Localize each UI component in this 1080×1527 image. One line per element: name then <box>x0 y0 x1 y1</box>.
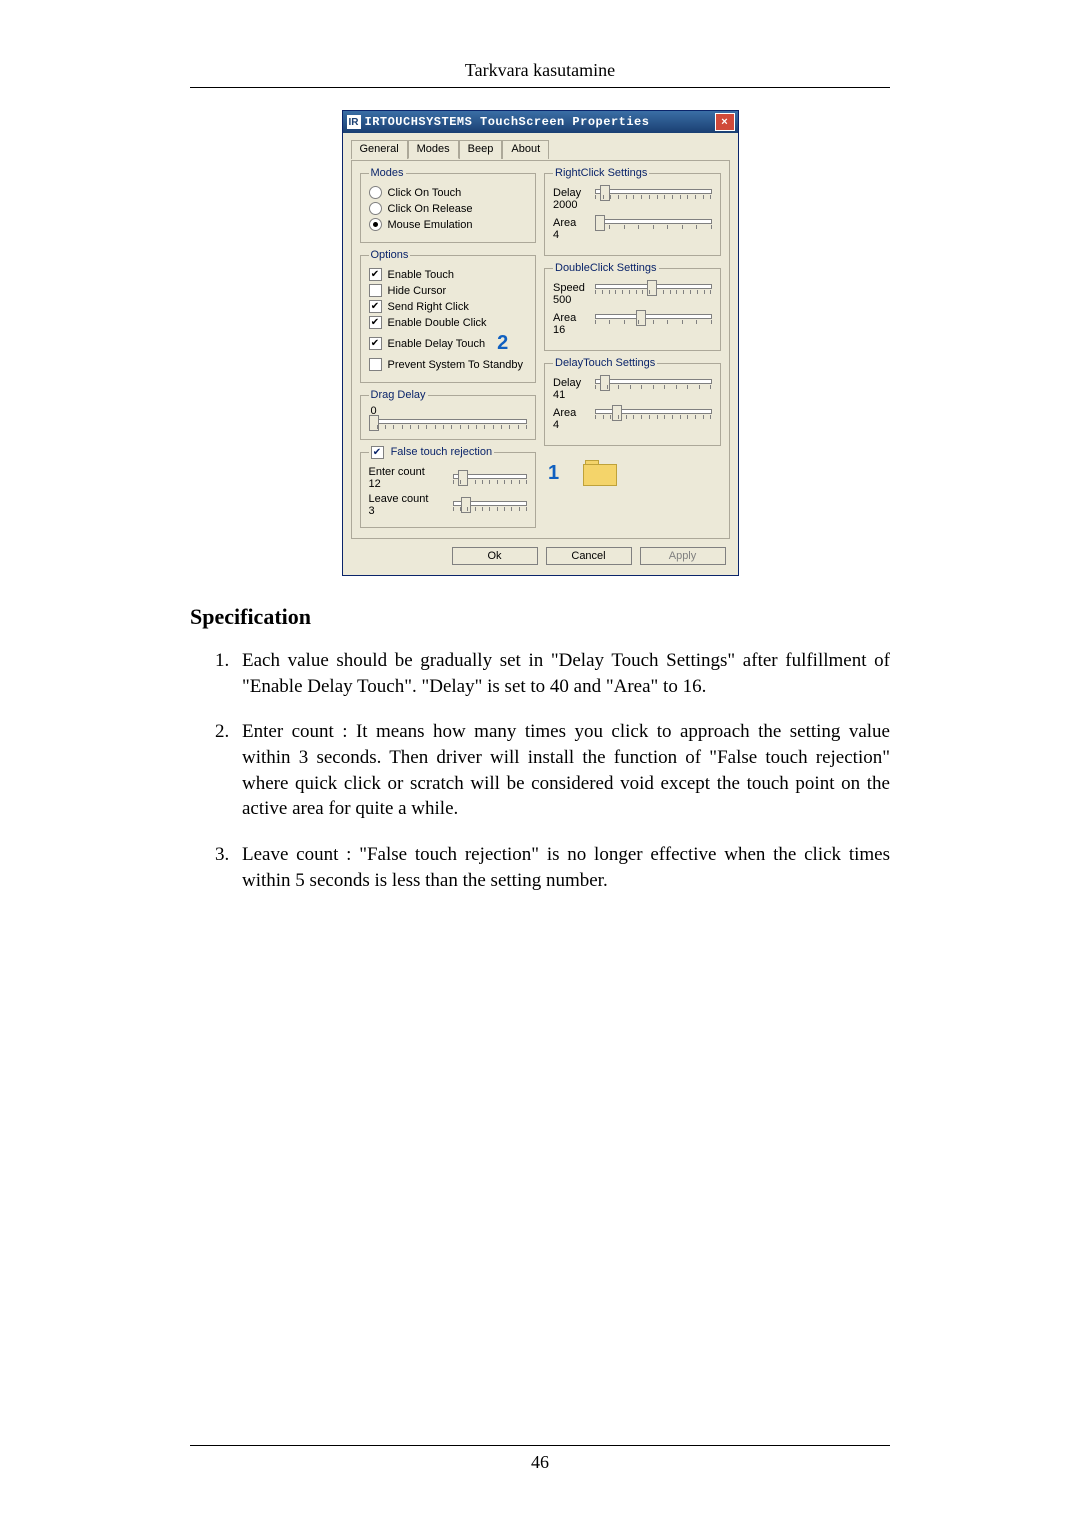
radio-icon <box>369 186 382 199</box>
doubleclick-legend: DoubleClick Settings <box>553 262 659 274</box>
false-touch-legend: False touch rejection <box>391 446 493 458</box>
checkbox-icon <box>369 358 382 371</box>
radio-mouse-emulation[interactable]: Mouse Emulation <box>369 218 528 231</box>
dc-area-value: 16 <box>553 324 565 336</box>
dt-area-label: Area <box>553 407 576 419</box>
spec-item-2: Enter count : It means how many times yo… <box>234 719 890 822</box>
radio-icon <box>369 218 382 231</box>
app-icon: IR <box>347 115 361 129</box>
check-enable-touch[interactable]: ✔ Enable Touch <box>369 268 528 281</box>
properties-dialog: IR IRTOUCHSYSTEMS TouchScreen Properties… <box>342 110 739 576</box>
leave-count-value: 3 <box>369 505 375 517</box>
spec-item-3: Leave count : "False touch rejection" is… <box>234 842 890 893</box>
check-label: Send Right Click <box>388 301 469 313</box>
checkbox-icon: ✔ <box>369 300 382 313</box>
page-footer: 46 <box>190 1445 890 1473</box>
dt-delay-slider[interactable] <box>595 377 712 391</box>
dialog-screenshot: IR IRTOUCHSYSTEMS TouchScreen Properties… <box>190 110 890 576</box>
apply-button[interactable]: Apply <box>640 547 726 565</box>
rightclick-group: RightClick Settings Delay 2000 <box>544 167 721 256</box>
window-title: IRTOUCHSYSTEMS TouchScreen Properties <box>365 115 650 129</box>
options-legend: Options <box>369 249 411 261</box>
rc-delay-value: 2000 <box>553 199 577 211</box>
header-rule <box>190 87 890 88</box>
rc-area-label: Area <box>553 217 576 229</box>
radio-click-on-touch[interactable]: Click On Touch <box>369 186 528 199</box>
cancel-button[interactable]: Cancel <box>546 547 632 565</box>
check-label: Enable Delay Touch <box>388 338 486 350</box>
tab-general[interactable]: General <box>351 140 408 159</box>
delaytouch-group: DelayTouch Settings Delay 41 <box>544 357 721 446</box>
specification-heading: Specification <box>190 604 890 630</box>
page-header: Tarkvara kasutamine <box>190 60 890 81</box>
delaytouch-legend: DelayTouch Settings <box>553 357 657 369</box>
dc-speed-value: 500 <box>553 294 571 306</box>
check-enable-delay-touch[interactable]: ✔ Enable Delay Touch 2 <box>369 332 528 355</box>
leave-count-label: Leave count <box>369 493 429 505</box>
dt-area-value: 4 <box>553 419 559 431</box>
drag-delay-value: 0 <box>371 405 528 417</box>
false-touch-group: ✔ False touch rejection Enter count 12 <box>360 446 537 528</box>
tab-beep[interactable]: Beep <box>459 140 503 159</box>
dc-speed-label: Speed <box>553 282 585 294</box>
rc-area-slider[interactable] <box>595 217 712 231</box>
check-label: Hide Cursor <box>388 285 447 297</box>
doubleclick-group: DoubleClick Settings Speed 500 <box>544 262 721 351</box>
callout-1: 1 <box>548 462 559 485</box>
leave-count-slider[interactable] <box>453 499 528 513</box>
checkbox-icon: ✔ <box>369 316 382 329</box>
spec-item-1: Each value should be gradually set in "D… <box>234 648 890 699</box>
enter-count-label: Enter count <box>369 466 425 478</box>
page-number: 46 <box>190 1452 890 1473</box>
rc-area-value: 4 <box>553 229 559 241</box>
close-icon[interactable]: × <box>715 113 735 131</box>
modes-group: Modes Click On Touch Click On Release <box>360 167 537 243</box>
radio-icon <box>369 202 382 215</box>
dc-area-label: Area <box>553 312 576 324</box>
titlebar: IR IRTOUCHSYSTEMS TouchScreen Properties… <box>343 111 738 133</box>
checkbox-icon: ✔ <box>369 268 382 281</box>
checkbox-icon[interactable]: ✔ <box>371 446 384 459</box>
ok-button[interactable]: Ok <box>452 547 538 565</box>
modes-legend: Modes <box>369 167 406 179</box>
enter-count-slider[interactable] <box>453 472 528 486</box>
radio-click-on-release[interactable]: Click On Release <box>369 202 528 215</box>
rightclick-legend: RightClick Settings <box>553 167 649 179</box>
drag-delay-slider[interactable] <box>369 417 528 431</box>
dt-area-slider[interactable] <box>595 407 712 421</box>
check-hide-cursor[interactable]: Hide Cursor <box>369 284 528 297</box>
check-label: Prevent System To Standby <box>388 359 524 371</box>
check-send-right-click[interactable]: ✔ Send Right Click <box>369 300 528 313</box>
folder-icon[interactable] <box>583 460 617 486</box>
tab-bar: General Modes Beep About <box>351 139 730 158</box>
radio-label: Mouse Emulation <box>388 219 473 231</box>
tab-modes[interactable]: Modes <box>408 140 459 159</box>
check-label: Enable Double Click <box>388 317 487 329</box>
options-group: Options ✔ Enable Touch Hide Cursor <box>360 249 537 383</box>
dc-speed-slider[interactable] <box>595 282 712 296</box>
drag-delay-legend: Drag Delay <box>369 389 428 401</box>
checkbox-icon: ✔ <box>369 337 382 350</box>
dt-delay-label: Delay <box>553 377 581 389</box>
tab-about[interactable]: About <box>502 140 549 159</box>
rc-delay-label: Delay <box>553 187 581 199</box>
checkbox-icon <box>369 284 382 297</box>
dt-delay-value: 41 <box>553 389 565 401</box>
callout-2: 2 <box>497 332 508 355</box>
rc-delay-slider[interactable] <box>595 187 712 201</box>
specification-list: Each value should be gradually set in "D… <box>190 648 890 893</box>
enter-count-value: 12 <box>369 478 381 490</box>
radio-label: Click On Release <box>388 203 473 215</box>
radio-label: Click On Touch <box>388 187 462 199</box>
drag-delay-group: Drag Delay 0 <box>360 389 537 440</box>
check-enable-double-click[interactable]: ✔ Enable Double Click <box>369 316 528 329</box>
check-prevent-standby[interactable]: Prevent System To Standby <box>369 358 528 371</box>
dc-area-slider[interactable] <box>595 312 712 326</box>
check-label: Enable Touch <box>388 269 454 281</box>
